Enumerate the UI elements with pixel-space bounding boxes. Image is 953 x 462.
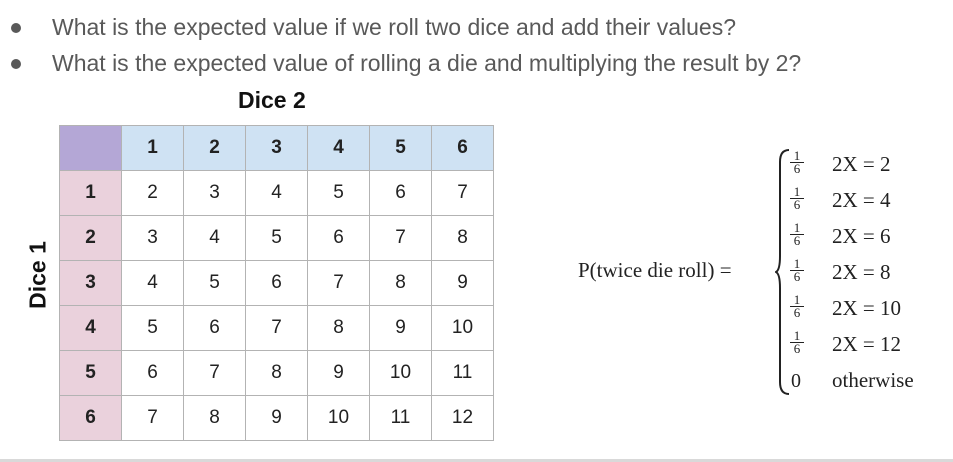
table-cell: 9 [245,395,308,441]
table-row: 2 3 4 5 6 7 8 [59,215,494,261]
table-cell: 3 [183,170,246,216]
table-cell: 4 [183,215,246,261]
table-cell: 7 [245,305,308,351]
table-row: 6 7 8 9 10 11 12 [59,395,494,441]
case-condition: 2X = 10 [832,296,902,320]
table-cell: 8 [431,215,494,261]
row-header: 4 [59,305,122,351]
table-row: 1 2 3 4 5 6 7 [59,170,494,216]
table-cell: 10 [369,350,432,396]
table-cell: 9 [307,350,370,396]
table-cell: 4 [121,260,184,306]
question-item: What is the expected value if we roll tw… [0,11,953,47]
case-row: 16 2X = 8 [790,256,950,292]
row-header: 2 [59,215,122,261]
question-text: What is the expected value of rolling a … [52,50,802,76]
row-header: 1 [59,170,122,216]
row-header: 3 [59,260,122,306]
column-header: 5 [369,125,432,171]
formula-lhs: P(twice die roll) = [578,258,732,282]
question-list: What is the expected value if we roll tw… [0,11,953,83]
case-condition: 2X = 8 [832,260,891,284]
table-row: 4 5 6 7 8 9 10 [59,305,494,351]
table-cell: 4 [245,170,308,216]
case-row: 16 2X = 10 [790,292,950,328]
case-condition: 2X = 12 [832,332,902,356]
column-axis-label: Dice 2 [238,87,306,113]
question-text: What is the expected value if we roll tw… [52,14,736,40]
table-cell: 6 [369,170,432,216]
bullet-icon [11,23,21,33]
table-cell: 2 [121,170,184,216]
dice-sum-table: 1 2 3 4 5 6 1 2 3 4 5 6 7 2 3 4 5 6 7 8 … [59,125,494,441]
case-condition: otherwise [832,368,914,392]
case-row: 16 2X = 2 [790,148,950,184]
column-header: 4 [307,125,370,171]
table-cell: 11 [431,350,494,396]
table-cell: 8 [183,395,246,441]
bullet-icon [11,59,21,69]
table-cell: 7 [121,395,184,441]
column-header: 6 [431,125,494,171]
fraction: 16 [790,257,804,283]
table-cell: 9 [369,305,432,351]
table-cell: 10 [431,305,494,351]
left-brace-icon [775,149,790,395]
case-row-otherwise: 0 otherwise [790,364,950,400]
case-condition: 2X = 4 [832,188,891,212]
table-row: 3 4 5 6 7 8 9 [59,260,494,306]
table-cell: 7 [431,170,494,216]
table-corner-cell [59,125,122,171]
table-cell: 7 [183,350,246,396]
table-cell: 3 [121,215,184,261]
table-cell: 6 [121,350,184,396]
fraction: 16 [790,185,804,211]
table-cell: 5 [307,170,370,216]
row-header: 5 [59,350,122,396]
table-cell: 5 [121,305,184,351]
table-cell: 5 [183,260,246,306]
case-value: 0 [791,370,801,392]
table-cell: 7 [369,215,432,261]
case-condition: 2X = 2 [832,152,891,176]
case-row: 16 2X = 6 [790,220,950,256]
column-header: 2 [183,125,246,171]
column-header: 3 [245,125,308,171]
fraction: 16 [790,221,804,247]
fraction: 16 [790,329,804,355]
table-cell: 8 [245,350,308,396]
table-cell: 12 [431,395,494,441]
case-row: 16 2X = 4 [790,184,950,220]
table-cell: 8 [369,260,432,306]
table-cell: 10 [307,395,370,441]
table-cell: 7 [307,260,370,306]
fraction: 16 [790,293,804,319]
fraction: 16 [790,149,804,175]
question-item: What is the expected value of rolling a … [0,47,953,83]
table-header-row: 1 2 3 4 5 6 [59,125,494,171]
table-cell: 6 [245,260,308,306]
table-cell: 8 [307,305,370,351]
table-row: 5 6 7 8 9 10 11 [59,350,494,396]
table-cell: 9 [431,260,494,306]
row-axis-label: Dice 1 [24,241,51,309]
table-cell: 6 [307,215,370,261]
row-header: 6 [59,395,122,441]
table-cell: 11 [369,395,432,441]
case-row: 16 2X = 12 [790,328,950,364]
table-cell: 6 [183,305,246,351]
column-header: 1 [121,125,184,171]
case-condition: 2X = 6 [832,224,891,248]
table-cell: 5 [245,215,308,261]
